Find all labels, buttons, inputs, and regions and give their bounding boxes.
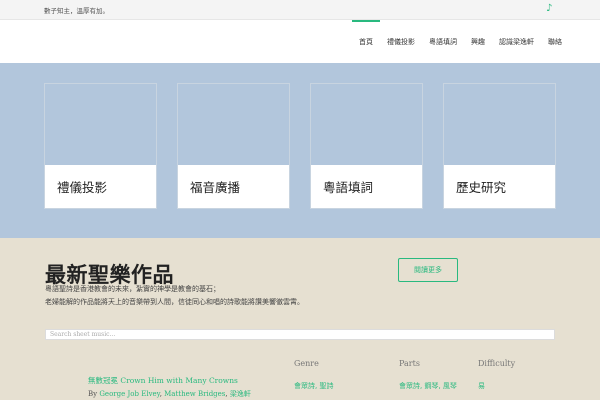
- card-label: 歷史研究: [444, 165, 555, 208]
- card-label: 福音廣播: [178, 165, 289, 208]
- genre-link[interactable]: 會眾詩: [294, 382, 315, 390]
- nav-contact[interactable]: 聯絡: [541, 20, 569, 63]
- nav-home[interactable]: 首頁: [352, 20, 380, 63]
- card-thumbnail: [45, 84, 156, 166]
- author-link[interactable]: Matthew Bridges: [164, 390, 225, 398]
- card-label: 粵語填詞: [311, 165, 422, 208]
- top-bar: 數子知主，溫厚有加。 ♪: [0, 0, 600, 20]
- card-thumbnail: [178, 84, 289, 166]
- nav-cantonese-lyrics[interactable]: 粵語填詞: [422, 20, 464, 63]
- site-tagline: 數子知主，溫厚有加。: [44, 7, 109, 15]
- feature-card-liturgy[interactable]: 禮儀投影: [44, 83, 157, 209]
- music-note-icon[interactable]: ♪: [546, 3, 554, 15]
- feature-card-cantonese-lyrics[interactable]: 粵語填詞: [310, 83, 423, 209]
- parts-header: Parts: [399, 359, 420, 368]
- work-authors: By George Job Elvey, Matthew Bridges, 梁逸…: [88, 390, 251, 398]
- feature-card-history[interactable]: 歷史研究: [443, 83, 556, 209]
- nav-interests[interactable]: 興趣: [464, 20, 492, 63]
- difficulty-link[interactable]: 易: [478, 382, 485, 390]
- parts-values: 會眾詩, 鋼琴, 風琴: [399, 382, 457, 390]
- site-header: 首頁 禮儀投影 粵語填詞 興趣 認識梁逸軒 聯絡: [0, 20, 600, 63]
- feature-section: 禮儀投影 福音廣播 粵語填詞 歷史研究: [0, 63, 600, 238]
- work-title-link[interactable]: 無數冠冕 Crown Him with Many Crowns: [88, 375, 238, 386]
- genre-link[interactable]: 聖詩: [319, 382, 333, 390]
- genre-values: 會眾詩, 聖詩: [294, 382, 334, 390]
- sheet-music-search-input[interactable]: [45, 329, 555, 340]
- nav-liturgy-projection[interactable]: 禮儀投影: [380, 20, 422, 63]
- card-thumbnail: [444, 84, 555, 166]
- main-nav: 首頁 禮儀投影 粵語填詞 興趣 認識梁逸軒 聯絡: [352, 20, 569, 63]
- by-label: By: [88, 390, 98, 398]
- feature-card-gospel-broadcast[interactable]: 福音廣播: [177, 83, 290, 209]
- genre-header: Genre: [294, 359, 319, 368]
- author-link[interactable]: George Job Elvey: [99, 390, 159, 398]
- parts-link[interactable]: 會眾詩: [399, 382, 420, 390]
- section-description: 粵語聖詩是香港教會的未來，紮實的神學是教會的基石；: [45, 285, 220, 293]
- nav-about[interactable]: 認識梁逸軒: [492, 20, 541, 63]
- parts-link[interactable]: 風琴: [443, 382, 457, 390]
- parts-link[interactable]: 鋼琴: [424, 382, 438, 390]
- difficulty-header: Difficulty: [478, 359, 516, 368]
- author-link[interactable]: 梁逸軒: [230, 390, 251, 398]
- section-description: 老婦能解的作品能將天上的音樂帶到人間，信徒同心和唱的詩歌能將讚美響徹雲霄。: [45, 298, 304, 306]
- card-thumbnail: [311, 84, 422, 166]
- latest-works-section: 最新聖樂作品 粵語聖詩是香港教會的未來，紮實的神學是教會的基石； 老婦能解的作品…: [0, 238, 600, 400]
- card-label: 禮儀投影: [45, 165, 156, 208]
- difficulty-value: 易: [478, 381, 485, 391]
- read-more-button[interactable]: 閱讀更多: [398, 258, 458, 282]
